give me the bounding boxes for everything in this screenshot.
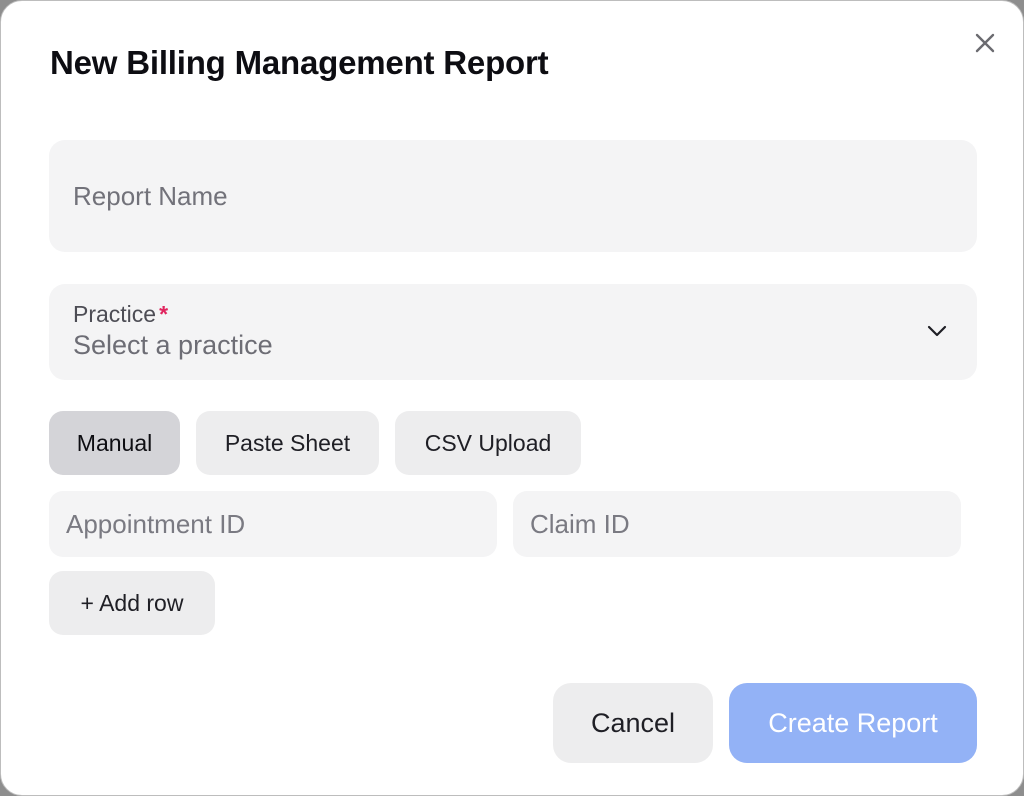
practice-label-text: Practice: [73, 301, 157, 327]
chevron-down-icon: [923, 317, 951, 345]
close-icon: [975, 33, 995, 53]
add-row-button[interactable]: + Add row: [49, 571, 215, 635]
required-marker: *: [159, 301, 169, 327]
report-name-input[interactable]: [49, 140, 977, 252]
practice-placeholder: Select a practice: [73, 330, 273, 360]
tab-paste-sheet[interactable]: Paste Sheet: [196, 411, 379, 475]
claim-id-input[interactable]: [513, 491, 961, 557]
create-report-button[interactable]: Create Report: [729, 683, 977, 763]
tab-csv-upload[interactable]: CSV Upload: [395, 411, 581, 475]
dialog-title: New Billing Management Report: [50, 44, 549, 81]
practice-label: Practice *: [73, 300, 168, 328]
new-report-dialog: New Billing Management Report Practice* …: [0, 0, 1024, 796]
appointment-id-field: [49, 491, 497, 557]
close-button[interactable]: [967, 25, 1003, 61]
practice-select[interactable]: Practice * Select a practice: [49, 284, 977, 380]
cancel-button[interactable]: Cancel: [553, 683, 713, 763]
report-name-field: [49, 140, 977, 252]
claim-id-field: [513, 491, 961, 557]
appointment-id-input[interactable]: [49, 491, 497, 557]
tab-manual[interactable]: Manual: [49, 411, 180, 475]
